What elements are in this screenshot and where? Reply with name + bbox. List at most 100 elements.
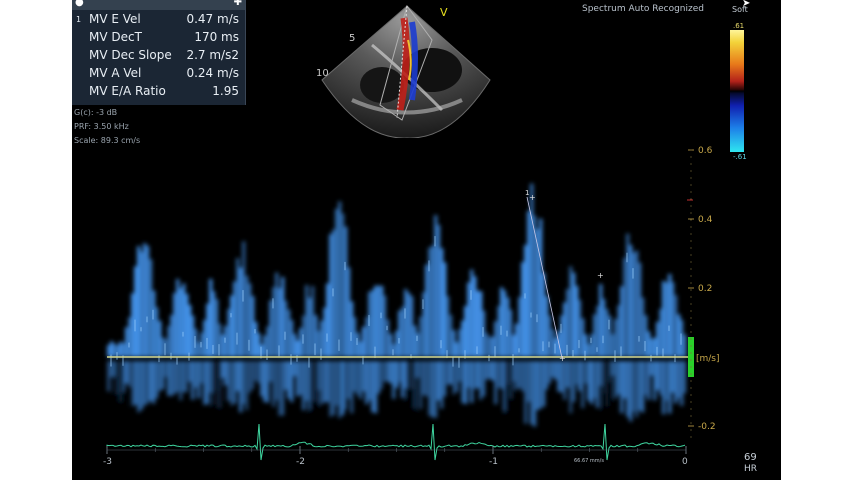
spectrum-speck xyxy=(266,349,268,360)
spectrum-column-negative xyxy=(497,361,501,388)
spectrum-column-negative xyxy=(461,361,465,404)
spectrum-column xyxy=(125,327,129,357)
spectrum-column xyxy=(365,317,369,357)
spectrum-column-negative xyxy=(560,361,564,393)
spectrum-column-negative xyxy=(239,361,243,413)
spectrum-column xyxy=(551,329,555,357)
spectrum-column xyxy=(629,244,633,357)
spectrum-column xyxy=(617,305,621,357)
spectrum-speck xyxy=(662,348,664,358)
spectrum-column-negative xyxy=(302,361,306,411)
spectrum-column xyxy=(122,343,126,357)
spectrum-column xyxy=(515,323,519,357)
spectrum-column xyxy=(179,288,183,357)
spectrum-column-negative xyxy=(629,361,633,422)
spectrum-column-negative xyxy=(473,361,477,389)
spectrum-column xyxy=(503,290,507,357)
spectrum-speck xyxy=(404,308,406,319)
spectrum-speck xyxy=(506,330,508,337)
spectrum-column xyxy=(491,336,495,357)
orientation-marker: V xyxy=(440,6,448,19)
spectrum-speck xyxy=(554,343,556,354)
spectrum-speck xyxy=(272,298,274,309)
measurement-row[interactable]: MV E/A Ratio 1.95 xyxy=(72,83,245,100)
measurement-value: 0.24 m/s xyxy=(186,66,239,80)
measurement-row[interactable]: MV A Vel 0.24 m/s xyxy=(72,65,245,82)
spectrum-column xyxy=(146,245,150,357)
spectrum-speck xyxy=(488,354,490,362)
caliper-dec-end-icon[interactable]: + xyxy=(559,354,566,363)
collapse-icon[interactable]: ● xyxy=(75,0,84,8)
spectrum-column xyxy=(203,320,207,357)
spectrum-column xyxy=(353,317,357,357)
spectrum-column xyxy=(374,285,378,357)
spectrum-column-negative xyxy=(338,361,342,419)
spectrum-column xyxy=(539,218,543,357)
spectrum-column xyxy=(620,286,624,357)
spectrum-speck xyxy=(356,337,358,345)
spectrum-column-negative xyxy=(245,361,249,411)
spectrum-column-negative xyxy=(368,361,372,401)
spectrum-speck xyxy=(140,327,142,332)
sector-image[interactable]: V 5 10 xyxy=(312,0,502,138)
spectrum-column xyxy=(611,334,615,357)
spectrum-column xyxy=(575,285,579,357)
caliper-a-peak-icon[interactable]: + xyxy=(597,271,604,280)
spectrum-speck xyxy=(194,335,196,348)
measurement-row[interactable]: MV DecT 170 ms xyxy=(72,29,245,46)
heart-rate-label: HR xyxy=(744,464,758,474)
spectrum-column-negative xyxy=(362,361,366,392)
spectrum-column-negative xyxy=(617,361,621,395)
spectrum-speck xyxy=(416,335,418,341)
spectrum-column xyxy=(347,267,351,357)
spectrum-column xyxy=(530,183,534,357)
spectrum-column xyxy=(659,308,663,357)
spectrum-speck xyxy=(128,342,130,348)
spectrum-speck xyxy=(494,346,496,358)
spectrum-column-negative xyxy=(668,361,672,414)
spectrum-speck xyxy=(236,332,238,345)
spectrum-column xyxy=(605,308,609,357)
spectrum-column xyxy=(329,234,333,357)
spectrum-column-negative xyxy=(152,361,156,404)
spectrum-speck xyxy=(164,343,166,356)
spectrum-speck xyxy=(578,340,580,349)
spectrum-column xyxy=(446,296,450,357)
baseline-marker[interactable] xyxy=(688,337,694,377)
caliper-e-peak-icon[interactable]: + xyxy=(529,193,536,202)
spectrum-column-negative xyxy=(518,361,522,389)
spectrum-column-negative xyxy=(662,361,666,415)
spectrum-column-negative xyxy=(128,361,132,388)
spectral-doppler-display[interactable]: [m/s] 0.60.40.2-0.2 1 + + + 66.67 mm/s -… xyxy=(72,140,781,480)
spectrum-column-negative xyxy=(569,361,573,414)
spectrum-column-negative xyxy=(137,361,141,413)
spectrum-column-negative xyxy=(209,361,213,393)
spectrum-column-negative xyxy=(398,361,402,383)
spectrum-column xyxy=(245,275,249,357)
time-tick-label: -1 xyxy=(489,457,498,467)
spectrum-column-negative xyxy=(332,361,336,416)
spectrum-gap xyxy=(212,361,222,431)
expand-icon[interactable]: ✚ xyxy=(234,0,242,8)
spectrum-column-negative xyxy=(149,361,153,401)
heart-rate-value: 69 xyxy=(744,452,757,463)
measurement-index: 1 xyxy=(76,15,82,24)
spectrum-column-negative xyxy=(548,361,552,384)
spectrum-column-negative xyxy=(545,361,549,390)
spectrum-column-negative xyxy=(599,361,603,386)
spectrum-speck xyxy=(332,288,334,297)
spectrum-column xyxy=(509,309,513,357)
spectrum-column-negative xyxy=(275,361,279,401)
spectrum-column xyxy=(128,317,132,357)
spectrum-column xyxy=(149,259,153,357)
spectrum-column xyxy=(458,329,462,357)
spectrum-speck xyxy=(248,339,250,351)
spectrum-column xyxy=(500,287,504,357)
spectrum-speck xyxy=(566,344,568,356)
spectrum-gap xyxy=(504,361,514,431)
measurement-row[interactable]: MV Dec Slope 2.7 m/s2 xyxy=(72,47,245,64)
spectrum-speck xyxy=(398,338,400,344)
spectrum-column xyxy=(254,321,258,357)
measurement-row[interactable]: 1 MV E Vel 0.47 m/s xyxy=(72,11,245,28)
depth-label: 10 xyxy=(316,68,329,79)
